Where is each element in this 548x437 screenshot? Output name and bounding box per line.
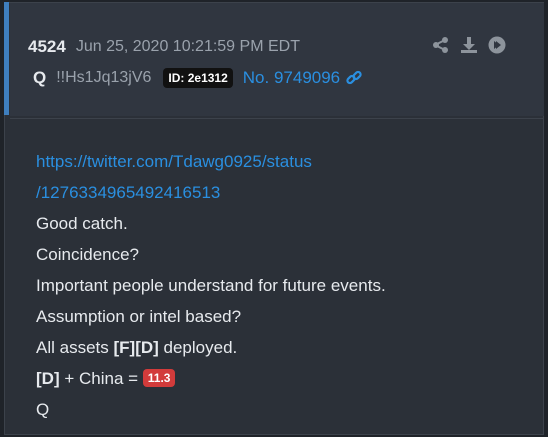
body-line-assets: All assets [F][D] deployed.: [36, 334, 526, 365]
body-line: Assumption or intel based?: [36, 307, 242, 326]
poster-id-badge: ID: 2e1312: [163, 68, 233, 88]
signature-line: Q: [36, 400, 50, 419]
download-icon[interactable]: [460, 36, 478, 54]
arrow-right-circle-icon[interactable]: [488, 36, 506, 54]
accent-bar: [4, 2, 9, 115]
d-bold-tag: [D]: [36, 369, 60, 388]
link-icon[interactable]: [345, 69, 363, 87]
header-divider: [10, 118, 544, 119]
tweet-url-line-1[interactable]: https://twitter.com/Tdawg0925/status: [36, 148, 526, 179]
share-icon[interactable]: [432, 36, 450, 54]
tweet-url-line-2[interactable]: /1276334965492416513: [36, 179, 526, 210]
body-line: Coincidence?: [36, 245, 140, 264]
body-line: Important people understand for future e…: [36, 276, 386, 295]
assets-suffix: deployed.: [158, 338, 238, 357]
post-meta-row: 4524 Jun 25, 2020 10:21:59 PM EDT: [28, 34, 300, 60]
body-line-china: [D] + China = 11.3: [36, 365, 526, 396]
tripcode: !!Hs1Jq13jV6: [56, 69, 152, 86]
post-number: 4524: [28, 37, 66, 56]
post-body: https://twitter.com/Tdawg0925/status /12…: [36, 148, 526, 427]
post-ref-link[interactable]: No. 9749096: [243, 68, 340, 88]
author-name: Q: [33, 68, 47, 87]
post-author-row: Q !!Hs1Jq13jV6 ID: 2e1312 No. 9749096: [33, 64, 363, 92]
body-line: Good catch.: [36, 214, 128, 233]
china-text: + China =: [59, 369, 143, 388]
assets-bold-tag: [F][D]: [113, 338, 159, 357]
number-badge: 11.3: [142, 369, 176, 387]
post-actions: [432, 36, 506, 54]
post-date: Jun 25, 2020 10:21:59 PM EDT: [75, 38, 300, 55]
assets-prefix: All assets: [36, 338, 114, 357]
